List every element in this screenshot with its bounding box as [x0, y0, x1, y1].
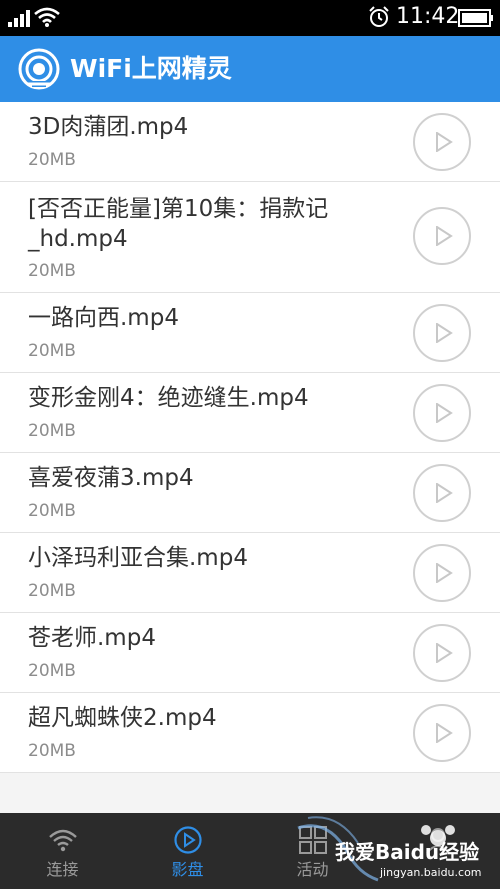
watermark-sub: jingyan.baidu.com: [380, 866, 482, 879]
video-name: 变形金刚4：绝迹缝生.mp4: [28, 385, 309, 411]
list-item[interactable]: 小泽玛利亚合集.mp4 20MB: [0, 533, 500, 613]
battery-icon: [458, 9, 493, 27]
play-button[interactable]: [413, 304, 471, 362]
play-icon: [436, 563, 453, 583]
signal-icon: [8, 10, 30, 27]
video-size: 20MB: [28, 581, 76, 601]
nav-item-connect[interactable]: 连接: [0, 813, 125, 889]
app-logo-icon: [18, 48, 60, 90]
list-item[interactable]: 苍老师.mp4 20MB: [0, 613, 500, 693]
list-item[interactable]: 3D肉蒲团.mp4 20MB: [0, 102, 500, 182]
play-button[interactable]: [413, 384, 471, 442]
play-button[interactable]: [413, 544, 471, 602]
play-button[interactable]: [413, 207, 471, 265]
status-time: 11:42: [396, 4, 460, 29]
play-circle-icon: [174, 826, 202, 854]
app-header: WiFi上网精灵: [0, 36, 500, 102]
video-size: 20MB: [28, 661, 76, 681]
video-name: 苍老师.mp4: [28, 625, 156, 651]
video-list: 3D肉蒲团.mp4 20MB [否否正能量]第10集：捐款记_hd.mp4 20…: [0, 102, 500, 773]
play-button[interactable]: [413, 704, 471, 762]
play-icon: [436, 723, 453, 743]
list-item[interactable]: 超凡蜘蛛侠2.mp4 20MB: [0, 693, 500, 773]
video-name: 超凡蜘蛛侠2.mp4: [28, 705, 217, 731]
play-icon: [436, 403, 453, 423]
play-icon: [436, 132, 453, 152]
video-name: [否否正能量]第10集：捐款记_hd.mp4: [28, 196, 329, 252]
video-size: 20MB: [28, 741, 76, 761]
watermark-text: 我爱Baidu经验: [335, 840, 480, 864]
status-bar: 11:42: [0, 0, 500, 36]
video-size: 20MB: [28, 421, 76, 441]
video-name: 一路向西.mp4: [28, 305, 179, 331]
play-button[interactable]: [413, 464, 471, 522]
wifi-icon: [34, 7, 60, 27]
video-size: 20MB: [28, 341, 76, 361]
video-name: 3D肉蒲团.mp4: [28, 114, 189, 140]
play-icon: [436, 643, 453, 663]
video-name: 小泽玛利亚合集.mp4: [28, 545, 248, 571]
nav-label: 连接: [46, 860, 79, 879]
list-item[interactable]: 喜爱夜蒲3.mp4 20MB: [0, 453, 500, 533]
nav-label: 影盘: [171, 860, 204, 879]
play-icon: [436, 323, 453, 343]
list-item[interactable]: [否否正能量]第10集：捐款记_hd.mp4 20MB: [0, 182, 500, 293]
video-size: 20MB: [28, 501, 76, 521]
play-button[interactable]: [413, 113, 471, 171]
screen: 11:42 WiFi上网精灵 3D肉蒲团.mp4 20MB [否否正能量]第10…: [0, 0, 500, 889]
play-icon: [436, 226, 453, 246]
list-item[interactable]: 一路向西.mp4 20MB: [0, 293, 500, 373]
list-item[interactable]: 变形金刚4：绝迹缝生.mp4 20MB: [0, 373, 500, 453]
video-size: 20MB: [28, 261, 76, 281]
nav-item-video-disk[interactable]: 影盘: [125, 813, 250, 889]
video-size: 20MB: [28, 150, 76, 170]
play-button[interactable]: [413, 624, 471, 682]
video-name: 喜爱夜蒲3.mp4: [28, 465, 194, 491]
app-title: WiFi上网精灵: [70, 54, 232, 83]
alarm-icon: [369, 6, 389, 27]
play-icon: [436, 483, 453, 503]
wifi-icon: [49, 829, 77, 852]
